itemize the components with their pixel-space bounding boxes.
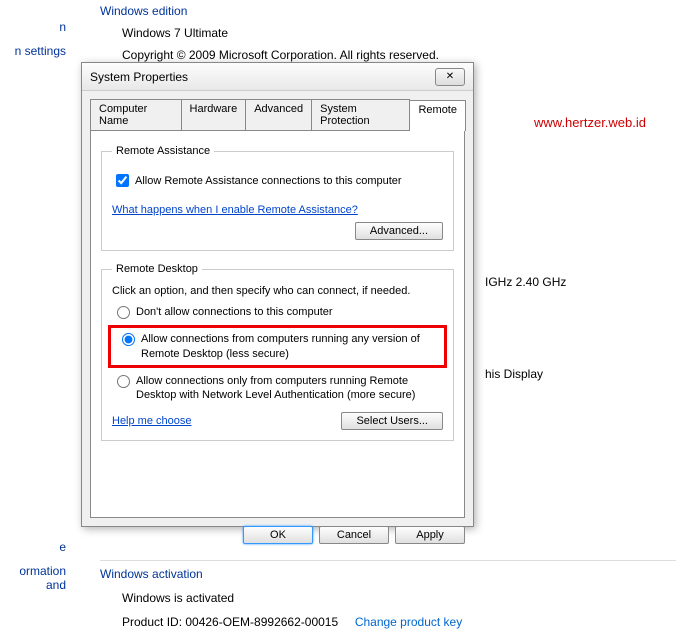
dialog-tabs: Computer Name Hardware Advanced System P…: [90, 99, 465, 130]
edition-copyright: Copyright © 2009 Microsoft Corporation. …: [122, 48, 686, 62]
ok-button[interactable]: OK: [243, 526, 313, 544]
rd-radio-nla-label: Allow connections only from computers ru…: [136, 374, 443, 403]
rd-radio-any-version-label: Allow connections from computers running…: [141, 332, 438, 361]
see-also-item[interactable]: e: [0, 540, 66, 554]
left-nav-item[interactable]: n: [0, 20, 70, 34]
allow-remote-assistance-label: Allow Remote Assistance connections to t…: [135, 175, 402, 187]
activation-status: Windows is activated: [122, 591, 676, 605]
bg-cpu-text: IGHz 2.40 GHz: [485, 275, 566, 289]
cancel-button[interactable]: Cancel: [319, 526, 389, 544]
activation-heading: Windows activation: [100, 567, 676, 581]
system-info-bg: Windows edition Windows 7 Ultimate Copyr…: [100, 0, 686, 62]
remote-desktop-group: Remote Desktop Click an option, and then…: [101, 263, 454, 441]
close-icon: ✕: [446, 71, 454, 82]
tab-remote-body: Remote Assistance Allow Remote Assistanc…: [90, 130, 465, 518]
dialog-button-row: OK Cancel Apply: [82, 518, 473, 552]
tab-system-protection[interactable]: System Protection: [311, 99, 410, 130]
remote-assistance-advanced-button[interactable]: Advanced...: [355, 222, 443, 240]
apply-button[interactable]: Apply: [395, 526, 465, 544]
edition-heading: Windows edition: [100, 4, 686, 18]
rd-help-link[interactable]: Help me choose: [112, 415, 192, 427]
rd-option-dont-allow[interactable]: Don't allow connections to this computer: [112, 305, 443, 319]
see-also-fragment: e ormation and: [0, 540, 70, 592]
system-properties-dialog: System Properties ✕ Computer Name Hardwa…: [81, 62, 474, 527]
edition-name: Windows 7 Ultimate: [122, 26, 686, 40]
url-watermark: www.hertzer.web.id: [534, 115, 646, 130]
select-users-button[interactable]: Select Users...: [341, 412, 443, 430]
remote-assistance-help-link[interactable]: What happens when I enable Remote Assist…: [112, 204, 358, 216]
rd-radio-dont-allow-label: Don't allow connections to this computer: [136, 305, 333, 319]
allow-remote-assistance-row[interactable]: Allow Remote Assistance connections to t…: [112, 171, 443, 190]
allow-remote-assistance-checkbox[interactable]: [116, 174, 129, 187]
dialog-close-button[interactable]: ✕: [435, 68, 465, 86]
tab-remote[interactable]: Remote: [409, 100, 466, 131]
tab-computer-name[interactable]: Computer Name: [90, 99, 182, 130]
rd-radio-dont-allow[interactable]: [117, 306, 130, 319]
rd-radio-any-version[interactable]: [122, 333, 135, 346]
tab-advanced[interactable]: Advanced: [245, 99, 312, 130]
rd-option-nla[interactable]: Allow connections only from computers ru…: [112, 374, 443, 403]
left-nav-item[interactable]: n settings: [0, 44, 70, 58]
activation-section: Windows activation Windows is activated …: [100, 550, 676, 629]
dialog-titlebar: System Properties ✕: [82, 63, 473, 91]
see-also-item[interactable]: ormation and: [0, 564, 66, 592]
rd-option-any-version[interactable]: Allow connections from computers running…: [117, 332, 438, 361]
left-nav-fragment: n n settings: [0, 0, 70, 68]
remote-assistance-group: Remote Assistance Allow Remote Assistanc…: [101, 145, 454, 251]
highlighted-option-box: Allow connections from computers running…: [108, 325, 447, 368]
remote-assistance-legend: Remote Assistance: [112, 145, 214, 157]
rd-radio-nla[interactable]: [117, 375, 130, 388]
bg-display-text: his Display: [485, 367, 543, 381]
tab-hardware[interactable]: Hardware: [181, 99, 247, 130]
dialog-title: System Properties: [90, 70, 435, 84]
remote-desktop-legend: Remote Desktop: [112, 263, 202, 275]
remote-desktop-intro: Click an option, and then specify who ca…: [112, 285, 443, 297]
